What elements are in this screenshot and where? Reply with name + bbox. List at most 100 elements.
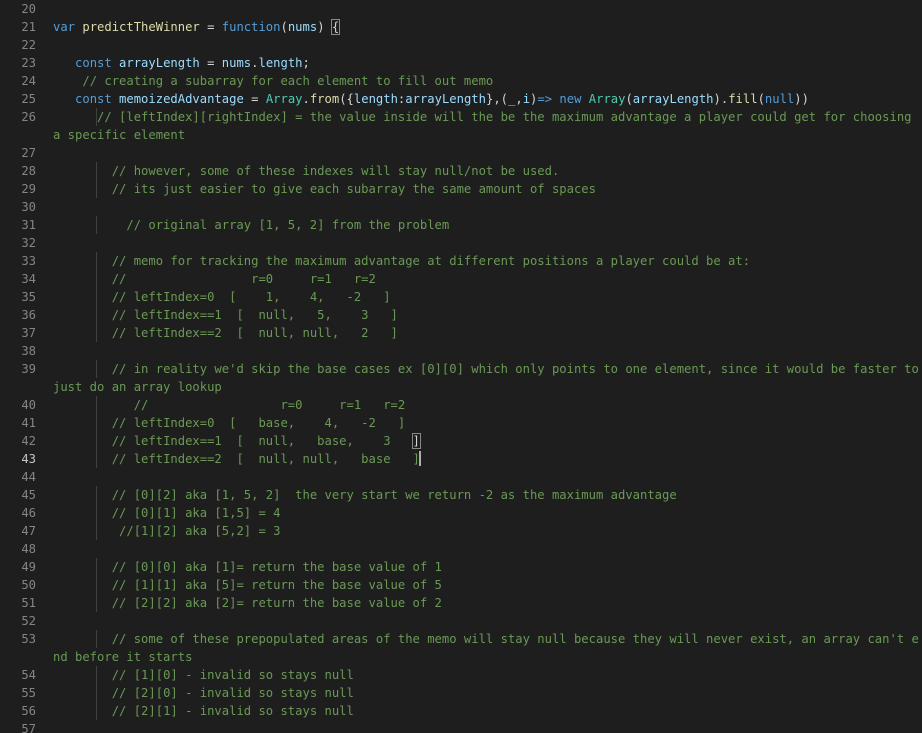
line-number: 48 [21,542,36,556]
line-number: 45 [21,488,36,502]
code-line[interactable]: 54 // [1][0] - invalid so stays null [0,666,922,684]
code-comment: // [0][0] aka [1]= return the base value… [111,560,442,574]
code-line[interactable]: 33 // memo for tracking the maximum adva… [0,252,922,270]
indent-guide [96,432,98,450]
code-line[interactable]: 32 [0,234,922,252]
code-line[interactable]: 44 [0,468,922,486]
code-text: // leftIndex==2 [ null, null, 2 ] [53,324,919,342]
code-token: length [258,56,303,70]
line-number: 37 [21,326,36,340]
line-number: 23 [21,56,36,70]
code-comment: // [0][2] aka [1, 5, 2] the very start w… [111,488,677,502]
code-line[interactable]: 26 // [leftIndex][rightIndex] = the valu… [0,108,922,144]
code-line[interactable]: 34 // r=0 r=1 r=2 [0,270,922,288]
code-token: new [559,92,589,106]
code-line[interactable]: 30 [0,198,922,216]
code-comment: // [2][1] - invalid so stays null [111,704,354,718]
line-number: 55 [21,686,36,700]
code-text: // leftIndex==2 [ null, null, base ] [53,450,919,468]
code-text: // original array [1, 5, 2] from the pro… [53,216,919,234]
code-line[interactable]: 31 // original array [1, 5, 2] from the … [0,216,922,234]
code-line[interactable]: 46 // [0][1] aka [1,5] = 4 [0,504,922,522]
code-line[interactable]: 20 [0,0,922,18]
code-comment: // leftIndex==1 [ null, 5, 3 ] [111,308,398,322]
code-comment: //[1][2] aka [5,2] = 3 [119,524,281,538]
code-line[interactable]: 50 // [1][1] aka [5]= return the base va… [0,576,922,594]
code-line[interactable]: 25 const memoizedAdvantage = Array.from(… [0,90,922,108]
code-text: // leftIndex==1 [ null, base, 3 ] [53,432,919,450]
code-line[interactable]: 49 // [0][0] aka [1]= return the base va… [0,558,922,576]
code-text: var predictTheWinner = function(nums) { [53,18,919,36]
code-line[interactable]: 41 // leftIndex=0 [ base, 4, -2 ] [0,414,922,432]
code-line[interactable]: 23 const arrayLength = nums.length; [0,54,922,72]
code-token: nums [221,56,252,70]
code-line[interactable]: 55 // [2][0] - invalid so stays null [0,684,922,702]
code-token: ({ [339,92,354,106]
line-number: 41 [21,416,36,430]
code-line[interactable]: 22 [0,36,922,54]
line-number: 46 [21,506,36,520]
indent-guide [96,360,98,378]
code-comment: // some of these prepopulated areas of t… [53,632,919,664]
line-number: 51 [21,596,36,610]
code-line[interactable]: 29 // its just easier to give each subar… [0,180,922,198]
code-line[interactable]: 57 [0,720,922,733]
code-line[interactable]: 27 [0,144,922,162]
code-line[interactable]: 43 // leftIndex==2 [ null, null, base ] [0,450,922,468]
code-line[interactable]: 38 [0,342,922,360]
indent-guide [96,108,98,126]
code-comment: // [2][0] - invalid so stays null [111,686,354,700]
code-line[interactable]: 21 var predictTheWinner = function(nums) … [0,18,922,36]
code-token: = [243,92,266,106]
code-line[interactable]: 24 // creating a subarray for each eleme… [0,72,922,90]
code-comment: // original array [1, 5, 2] from the pro… [126,218,450,232]
code-line[interactable]: 45 // [0][2] aka [1, 5, 2] the very star… [0,486,922,504]
code-token: arrayLength [632,92,714,106]
line-number: 33 [21,254,36,268]
code-comment: // leftIndex=0 [ base, 4, -2 ] [111,416,406,430]
line-number: 39 [21,362,36,376]
line-number: 54 [21,668,36,682]
line-number: 20 [21,2,36,16]
code-token: , [515,92,523,106]
indent-guide [96,396,98,414]
code-token: Array [588,92,626,106]
code-token: ) [317,20,332,34]
code-line[interactable]: 28 // however, some of these indexes wil… [0,162,922,180]
code-text: // [leftIndex][rightIndex] = the value i… [53,108,919,144]
code-line[interactable]: 42 // leftIndex==1 [ null, base, 3 ] [0,432,922,450]
line-number: 43 [21,452,36,466]
code-text: // [2][1] - invalid so stays null [53,702,919,720]
code-editor[interactable]: 20 21 var predictTheWinner = function(nums… [0,0,922,733]
code-token: ). [713,92,729,106]
code-line[interactable]: 52 [0,612,922,630]
code-line[interactable]: 51 // [2][2] aka [2]= return the base va… [0,594,922,612]
indent-guide [96,684,98,702]
indent-guide [96,414,98,432]
code-comment: // leftIndex==2 [ null, null, base ] [111,452,420,466]
code-text: // its just easier to give each subarray… [53,180,919,198]
code-line[interactable]: 47 //[1][2] aka [5,2] = 3 [0,522,922,540]
text-cursor [418,451,421,466]
code-token: ( [625,92,633,106]
code-text: const memoizedAdvantage = Array.from({le… [53,90,919,108]
code-comment: // [1][0] - invalid so stays null [111,668,354,682]
code-line[interactable]: 37 // leftIndex==2 [ null, null, 2 ] [0,324,922,342]
code-line[interactable]: 36 // leftIndex==1 [ null, 5, 3 ] [0,306,922,324]
line-number: 49 [21,560,36,574]
code-line[interactable]: 40 // r=0 r=1 r=2 [0,396,922,414]
code-line[interactable]: 39 // in reality we'd skip the base case… [0,360,922,396]
indent-guide [96,594,98,612]
indent-guide [96,630,98,648]
line-number: 56 [21,704,36,718]
code-line[interactable]: 48 [0,540,922,558]
code-line[interactable]: 56 // [2][1] - invalid so stays null [0,702,922,720]
code-line[interactable]: 53 // some of these prepopulated areas o… [0,630,922,666]
code-line[interactable]: 35 // leftIndex=0 [ 1, 4, -2 ] [0,288,922,306]
